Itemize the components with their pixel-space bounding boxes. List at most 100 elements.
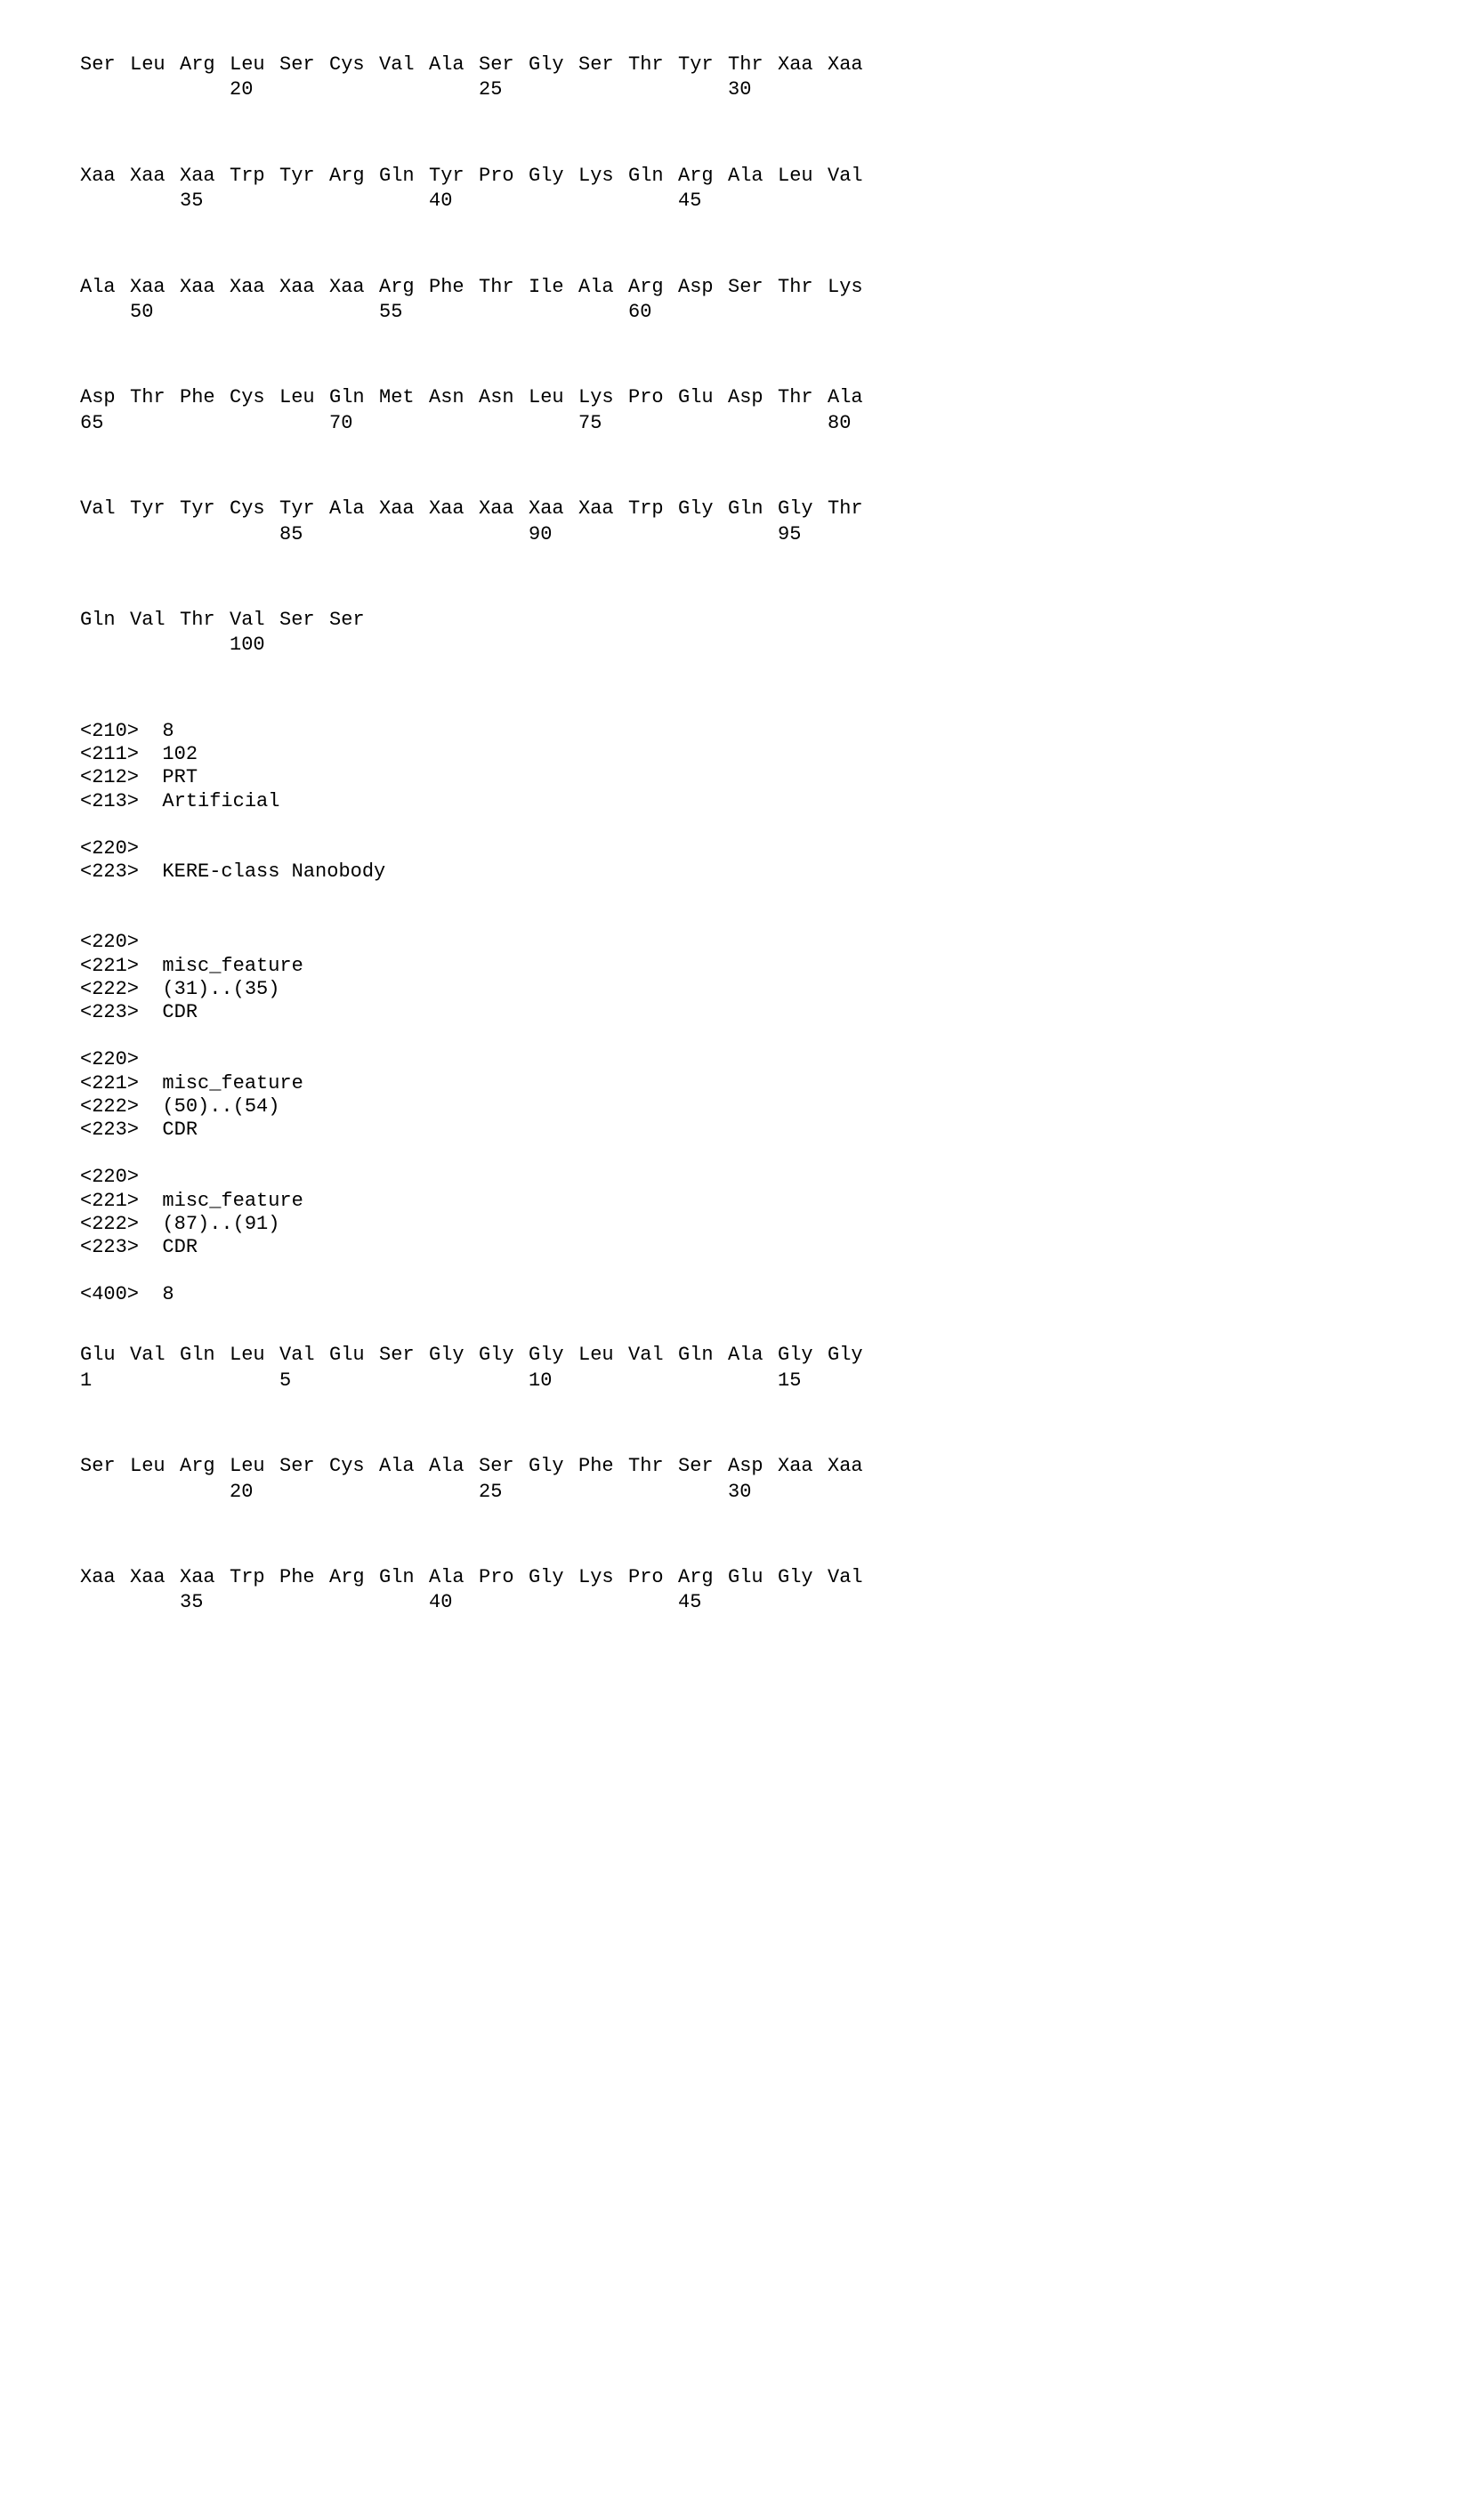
sequence-metadata: <210> 8<211> 102<212> PRT<213> Artificia…: [80, 720, 1382, 1307]
sequence-row: XaaXaaXaaTrpTyrArgGlnTyrProGlyLysGlnArgA…: [80, 165, 1382, 214]
position-number: 40: [429, 1591, 479, 1614]
residue: Xaa: [80, 165, 130, 188]
position-number: [529, 301, 578, 324]
position-number: [479, 1369, 529, 1393]
position-number: [130, 1481, 180, 1504]
position-number: [379, 78, 429, 101]
position-number: [329, 1369, 379, 1393]
residue: Gly: [529, 1566, 578, 1589]
position-number: [728, 523, 778, 546]
position-number: 35: [180, 190, 230, 213]
position-number: [230, 1369, 279, 1393]
residue: Arg: [678, 165, 728, 188]
meta-line: <220>: [80, 931, 1382, 954]
meta-line: <223> CDR: [80, 1236, 1382, 1259]
position-number: [828, 301, 877, 324]
meta-line: <223> CDR: [80, 1119, 1382, 1142]
position-number: [130, 1369, 180, 1393]
residue: Trp: [628, 497, 678, 521]
position-number: [628, 523, 678, 546]
residue: Xaa: [578, 497, 628, 521]
position-number: [279, 634, 329, 657]
position-number: 5: [279, 1369, 329, 1393]
position-row: 354045: [80, 190, 1382, 213]
position-number: 30: [728, 78, 778, 101]
position-number: 85: [279, 523, 329, 546]
position-number: 80: [828, 412, 877, 435]
position-number: [130, 412, 180, 435]
meta-line: <212> PRT: [80, 766, 1382, 789]
residue: Val: [828, 165, 877, 188]
position-row: 505560: [80, 301, 1382, 324]
position-number: 30: [728, 1481, 778, 1504]
position-number: [628, 190, 678, 213]
position-number: [628, 1369, 678, 1393]
meta-line: <210> 8: [80, 720, 1382, 743]
position-number: [578, 78, 628, 101]
residue: Arg: [379, 276, 429, 299]
residue: Ala: [728, 1344, 778, 1367]
position-number: [80, 523, 130, 546]
residue: Ser: [479, 1455, 529, 1478]
residue: Pro: [628, 1566, 678, 1589]
meta-line: <220>: [80, 1048, 1382, 1071]
residue: Arg: [678, 1566, 728, 1589]
position-number: [329, 78, 379, 101]
position-row: 202530: [80, 78, 1382, 101]
position-number: [678, 523, 728, 546]
position-number: 15: [778, 1369, 828, 1393]
position-number: [130, 1591, 180, 1614]
position-number: [180, 523, 230, 546]
position-number: [479, 412, 529, 435]
residue: Glu: [678, 386, 728, 409]
position-number: [80, 190, 130, 213]
residue: Gln: [628, 165, 678, 188]
residue: Ala: [429, 53, 479, 77]
residue: Xaa: [529, 497, 578, 521]
residue: Ser: [678, 1455, 728, 1478]
residue: Ser: [80, 1455, 130, 1478]
residue: Ser: [728, 276, 778, 299]
position-number: [329, 190, 379, 213]
residue: Thr: [180, 609, 230, 632]
residue: Ser: [379, 1344, 429, 1367]
position-number: [628, 1481, 678, 1504]
residue: Val: [130, 609, 180, 632]
residue: Leu: [279, 386, 329, 409]
meta-line: <222> (31)..(35): [80, 978, 1382, 1001]
position-number: [678, 301, 728, 324]
position-number: [279, 190, 329, 213]
position-number: [728, 412, 778, 435]
position-number: [728, 190, 778, 213]
residue: Pro: [479, 1566, 529, 1589]
position-number: [778, 1481, 828, 1504]
position-number: [828, 1369, 877, 1393]
residue: Gly: [778, 1566, 828, 1589]
position-number: [429, 523, 479, 546]
residue: Ser: [279, 53, 329, 77]
sequence-row: GlnValThrValSerSer100: [80, 609, 1382, 658]
residue: Xaa: [778, 53, 828, 77]
residue: Thr: [130, 386, 180, 409]
position-number: [379, 412, 429, 435]
position-number: 55: [379, 301, 429, 324]
position-number: 10: [529, 1369, 578, 1393]
residue: Cys: [230, 386, 279, 409]
position-number: [379, 523, 429, 546]
position-number: [728, 1591, 778, 1614]
position-number: 100: [230, 634, 279, 657]
residue: Val: [279, 1344, 329, 1367]
residue: Gly: [529, 165, 578, 188]
meta-line: <223> KERE-class Nanobody: [80, 860, 1382, 884]
residue: Lys: [578, 1566, 628, 1589]
residue: Ala: [728, 165, 778, 188]
residue: Gln: [728, 497, 778, 521]
position-number: [80, 1481, 130, 1504]
position-number: 60: [628, 301, 678, 324]
residue: Arg: [628, 276, 678, 299]
residue: Gln: [180, 1344, 230, 1367]
residue: Tyr: [279, 497, 329, 521]
residue-row: XaaXaaXaaTrpPheArgGlnAlaProGlyLysProArgG…: [80, 1566, 1382, 1589]
position-number: [678, 1369, 728, 1393]
residue-row: GlnValThrValSerSer: [80, 609, 1382, 632]
